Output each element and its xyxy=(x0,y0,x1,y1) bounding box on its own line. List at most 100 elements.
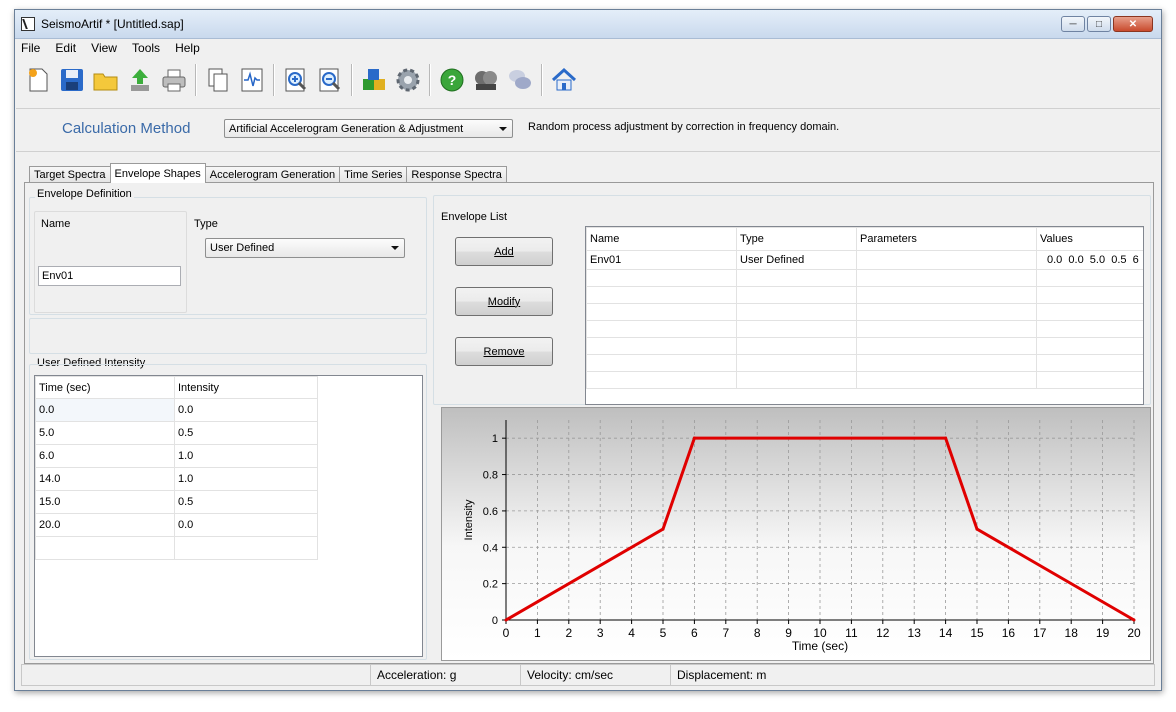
envelope-type-value: User Defined xyxy=(210,242,275,254)
chat-icon[interactable] xyxy=(505,65,535,95)
envelope-chart-svg: 0 1 2 3 4 5 6 7 8 9 10 11 12 13 14 15 16 17 18 19 2000.20.40… xyxy=(463,420,1141,653)
menu-tools[interactable]: Tools xyxy=(126,39,166,55)
table-cell[interactable]: 0.0 0.0 5.0 0.5 6 xyxy=(1036,250,1143,270)
x-tick-label: 5 xyxy=(660,626,667,640)
y-axis-label: Intensity xyxy=(463,499,475,540)
intensity-table[interactable]: Time (sec) Intensity 0.0 0.0 5.0 0.5 6.0 1.… xyxy=(34,375,423,657)
table-cell[interactable]: User Defined xyxy=(736,250,857,270)
table-cell[interactable]: 1.0 xyxy=(174,444,318,468)
close-button[interactable]: ✕ xyxy=(1113,16,1153,32)
envelope-type-select[interactable]: User Defined xyxy=(205,238,405,258)
calculation-method-select[interactable]: Artificial Accelerogram Generation & Adj… xyxy=(224,119,513,138)
x-axis-label: Time (sec) xyxy=(792,639,848,653)
envelope-list-table[interactable]: Name Type Parameters Values Env01 User D… xyxy=(585,226,1144,405)
zoom-in-icon[interactable] xyxy=(281,65,311,95)
table-cell[interactable]: 0.0 xyxy=(174,513,318,537)
column-header-intensity[interactable]: Intensity xyxy=(174,376,318,399)
table-row-empty[interactable] xyxy=(586,303,1143,321)
table-cell[interactable] xyxy=(856,250,1037,270)
column-header-time[interactable]: Time (sec) xyxy=(35,376,175,399)
table-cell[interactable]: 6.0 xyxy=(35,444,175,468)
zoom-out-icon[interactable] xyxy=(315,65,345,95)
tab-target-spectra[interactable]: Target Spectra xyxy=(29,166,111,183)
open-folder-icon[interactable] xyxy=(91,65,121,95)
table-row[interactable]: 5.0 0.5 xyxy=(35,421,318,445)
data-point xyxy=(975,527,979,531)
calculation-method-label: Calculation Method xyxy=(62,120,191,137)
table-cell[interactable] xyxy=(174,536,318,560)
modify-button[interactable]: Modify xyxy=(455,287,553,316)
calculation-method-bar: Calculation Method Artificial Accelerogr… xyxy=(16,108,1160,152)
column-header-parameters[interactable]: Parameters xyxy=(856,227,1037,251)
table-row[interactable]: 15.0 0.5 xyxy=(35,490,318,514)
envelope-name-value: Env01 xyxy=(42,270,74,282)
blocks-icon[interactable] xyxy=(359,65,389,95)
tab-accelerogram-generation[interactable]: Accelerogram Generation xyxy=(204,166,341,183)
signal-chart-icon[interactable] xyxy=(237,65,267,95)
y-tick-label: 1 xyxy=(492,433,498,445)
y-tick-label: 0.4 xyxy=(483,542,498,554)
table-cell[interactable]: 20.0 xyxy=(35,513,175,537)
table-row[interactable]: 0.0 0.0 xyxy=(35,398,318,422)
x-tick-label: 8 xyxy=(754,626,761,640)
data-point xyxy=(944,436,948,440)
table-cell[interactable] xyxy=(35,536,175,560)
table-cell[interactable]: 15.0 xyxy=(35,490,175,514)
add-button[interactable]: Add xyxy=(455,237,553,266)
data-point xyxy=(692,436,696,440)
table-row-empty[interactable] xyxy=(586,320,1143,338)
table-row-empty[interactable] xyxy=(35,536,318,560)
settings-gear-icon[interactable] xyxy=(393,65,423,95)
tab-response-spectra[interactable]: Response Spectra xyxy=(406,166,507,183)
home-icon[interactable] xyxy=(549,65,579,95)
menu-file[interactable]: File xyxy=(15,39,46,55)
film-reel-icon[interactable] xyxy=(471,65,501,95)
table-cell[interactable]: 0.0 xyxy=(35,398,175,422)
table-cell[interactable]: 0.5 xyxy=(174,490,318,514)
tab-envelope-shapes[interactable]: Envelope Shapes xyxy=(109,163,206,183)
column-header-type[interactable]: Type xyxy=(736,227,857,251)
minimize-button[interactable]: ─ xyxy=(1061,16,1085,32)
remove-button[interactable]: Remove xyxy=(455,337,553,366)
table-row[interactable]: 14.0 1.0 xyxy=(35,467,318,491)
x-tick-label: 14 xyxy=(939,626,953,640)
x-tick-label: 11 xyxy=(845,626,858,640)
x-tick-label: 3 xyxy=(597,626,604,640)
table-row[interactable]: Env01 User Defined 0.0 0.0 5.0 0.5 6 xyxy=(586,250,1143,270)
table-cell[interactable]: Env01 xyxy=(586,250,737,270)
column-header-values[interactable]: Values xyxy=(1036,227,1143,251)
y-tick-label: 0.8 xyxy=(483,470,498,482)
table-cell[interactable]: 0.5 xyxy=(174,421,318,445)
table-row[interactable]: 6.0 1.0 xyxy=(35,444,318,468)
y-tick-label: 0.6 xyxy=(483,506,498,518)
new-file-icon[interactable] xyxy=(23,65,53,95)
help-icon[interactable]: ? xyxy=(437,65,467,95)
export-icon[interactable] xyxy=(125,65,155,95)
envelope-name-input[interactable]: Env01 xyxy=(38,266,181,286)
table-cell[interactable]: 1.0 xyxy=(174,467,318,491)
print-icon[interactable] xyxy=(159,65,189,95)
menu-view[interactable]: View xyxy=(85,39,123,55)
data-point xyxy=(1132,618,1136,622)
table-row-empty[interactable] xyxy=(586,337,1143,355)
chevron-down-icon xyxy=(499,127,507,131)
column-header-name[interactable]: Name xyxy=(586,227,737,251)
menu-edit[interactable]: Edit xyxy=(49,39,82,55)
table-row-empty[interactable] xyxy=(586,371,1143,389)
table-row-empty[interactable] xyxy=(586,354,1143,372)
tab-time-series[interactable]: Time Series xyxy=(339,166,408,183)
table-cell[interactable]: 5.0 xyxy=(35,421,175,445)
table-row-empty[interactable] xyxy=(586,286,1143,304)
toolbar: ? xyxy=(21,60,581,100)
data-point xyxy=(661,527,665,531)
x-tick-label: 9 xyxy=(785,626,792,640)
envelope-shapes-panel: Envelope Definition Name Env01 Type User… xyxy=(24,182,1154,664)
table-cell[interactable]: 14.0 xyxy=(35,467,175,491)
table-row[interactable]: 20.0 0.0 xyxy=(35,513,318,537)
maximize-button[interactable]: □ xyxy=(1087,16,1111,32)
copy-document-icon[interactable] xyxy=(203,65,233,95)
table-cell[interactable]: 0.0 xyxy=(174,398,318,422)
menu-help[interactable]: Help xyxy=(169,39,206,55)
save-icon[interactable] xyxy=(57,65,87,95)
table-row-empty[interactable] xyxy=(586,269,1143,287)
